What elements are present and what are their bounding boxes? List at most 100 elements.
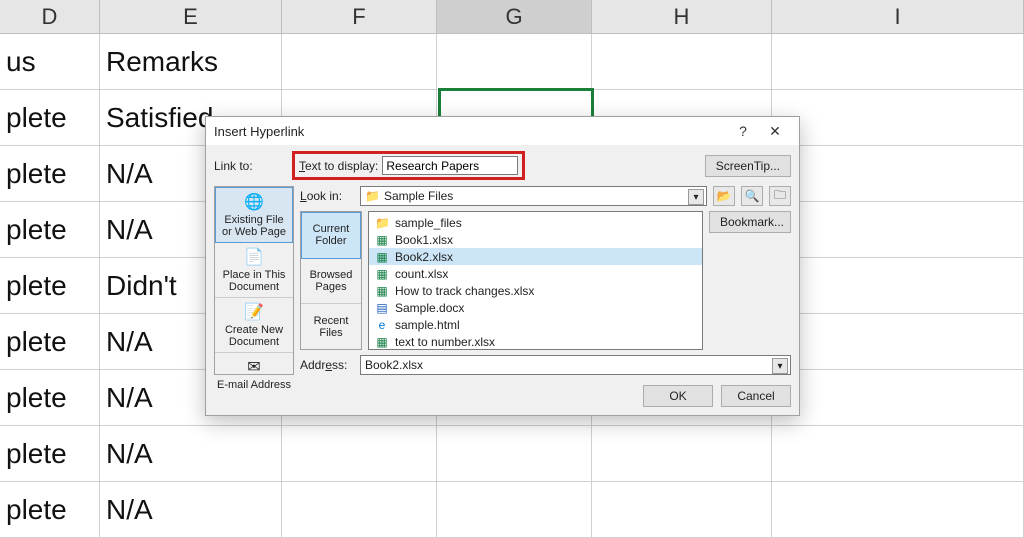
browse-tab[interactable]: Current Folder: [301, 212, 361, 259]
file-item[interactable]: 📁 sample_files: [369, 214, 702, 231]
address-label: Address:: [300, 358, 354, 372]
cell[interactable]: plete: [0, 146, 100, 201]
file-icon: ▦: [375, 233, 389, 247]
text-to-display-input[interactable]: [382, 156, 518, 175]
file-name: Book1.xlsx: [395, 233, 453, 247]
file-item[interactable]: ▦ Book1.xlsx: [369, 231, 702, 248]
column-header-F[interactable]: F: [282, 0, 437, 33]
cell[interactable]: us: [0, 34, 100, 89]
link-to-label-text: Place in This Document: [217, 269, 291, 293]
cell[interactable]: [592, 34, 772, 89]
cell[interactable]: [772, 34, 1024, 89]
link-to-icon: 📝: [244, 302, 264, 322]
bookmark-button[interactable]: Bookmark...: [709, 211, 791, 233]
address-input[interactable]: Book2.xlsx ▾: [360, 355, 791, 375]
cell[interactable]: N/A: [100, 482, 282, 537]
close-button[interactable]: ✕: [759, 119, 791, 143]
cell[interactable]: [772, 258, 1024, 313]
file-list[interactable]: 📁 sample_files ▦ Book1.xlsx ▦ Book2.xlsx ▦ coun…: [368, 211, 703, 350]
text-to-display-label: Text to display:: [299, 159, 378, 173]
file-item[interactable]: ▤ Sample.docx: [369, 299, 702, 316]
browse-web-button[interactable]: 🔍: [741, 186, 763, 206]
file-item[interactable]: ▦ How to track changes.xlsx: [369, 282, 702, 299]
link-to-option[interactable]: 🌐Existing File or Web Page: [215, 187, 293, 243]
cell[interactable]: [772, 314, 1024, 369]
cell[interactable]: [437, 426, 592, 481]
link-to-icon: ✉: [247, 357, 260, 377]
cell[interactable]: [437, 482, 592, 537]
link-to-icon: 📄: [244, 247, 264, 267]
cell[interactable]: [592, 482, 772, 537]
cancel-button[interactable]: Cancel: [721, 385, 791, 407]
link-to-label-text: Create New Document: [217, 324, 291, 348]
link-to-option[interactable]: 📝Create New Document: [215, 298, 293, 353]
file-icon: 📁: [375, 216, 389, 230]
browse-file-button[interactable]: 🗀: [769, 186, 791, 206]
link-to-icon: 🌐: [244, 192, 264, 212]
link-to-option[interactable]: 📄Place in This Document: [215, 243, 293, 298]
file-item[interactable]: ▦ count.xlsx: [369, 265, 702, 282]
column-header-D[interactable]: D: [0, 0, 100, 33]
file-name: Sample.docx: [395, 301, 464, 315]
cell[interactable]: [772, 90, 1024, 145]
address-value: Book2.xlsx: [365, 358, 423, 372]
table-row: usRemarks: [0, 34, 1024, 90]
file-name: sample_files: [395, 216, 462, 230]
file-icon: e: [375, 318, 389, 332]
screentip-button[interactable]: ScreenTip...: [705, 155, 791, 177]
column-header-I[interactable]: I: [772, 0, 1024, 33]
file-name: text to number.xlsx: [395, 335, 495, 349]
file-name: Book2.xlsx: [395, 250, 453, 264]
file-icon: ▦: [375, 284, 389, 298]
link-to-label: Link to:: [214, 159, 286, 173]
cell[interactable]: [282, 426, 437, 481]
insert-hyperlink-dialog: Insert Hyperlink ? ✕ Link to: Text to di…: [205, 116, 800, 416]
cell[interactable]: [437, 34, 592, 89]
cell[interactable]: N/A: [100, 426, 282, 481]
column-header-G[interactable]: G: [437, 0, 592, 33]
dialog-titlebar: Insert Hyperlink ? ✕: [206, 117, 799, 145]
chevron-down-icon[interactable]: ▾: [688, 189, 704, 205]
cell[interactable]: [282, 482, 437, 537]
cell[interactable]: [772, 370, 1024, 425]
cell[interactable]: [772, 482, 1024, 537]
cell[interactable]: [772, 202, 1024, 257]
browse-tab[interactable]: Recent Files: [301, 304, 361, 349]
chevron-down-icon[interactable]: ▾: [772, 358, 788, 374]
file-name: count.xlsx: [395, 267, 448, 281]
file-item[interactable]: e sample.html: [369, 316, 702, 333]
file-icon: ▤: [375, 301, 389, 315]
cell[interactable]: [772, 146, 1024, 201]
column-header-H[interactable]: H: [592, 0, 772, 33]
cell[interactable]: [282, 34, 437, 89]
table-row: pleteN/A: [0, 482, 1024, 538]
file-icon: ▦: [375, 250, 389, 264]
up-one-level-button[interactable]: 📂: [713, 186, 735, 206]
cell[interactable]: [592, 426, 772, 481]
link-to-sidebar: 🌐Existing File or Web Page📄Place in This…: [214, 186, 294, 375]
cell[interactable]: plete: [0, 370, 100, 425]
cell[interactable]: plete: [0, 258, 100, 313]
cell[interactable]: plete: [0, 202, 100, 257]
file-icon: ▦: [375, 267, 389, 281]
look-in-select[interactable]: 📁 Sample Files ▾: [360, 186, 707, 206]
cell[interactable]: plete: [0, 314, 100, 369]
browse-tab[interactable]: Browsed Pages: [301, 259, 361, 305]
dialog-title: Insert Hyperlink: [214, 124, 727, 139]
cell[interactable]: [772, 426, 1024, 481]
cell[interactable]: Remarks: [100, 34, 282, 89]
file-item[interactable]: ▦ Book2.xlsx: [369, 248, 702, 265]
file-name: How to track changes.xlsx: [395, 284, 534, 298]
file-icon: ▦: [375, 335, 389, 349]
ok-button[interactable]: OK: [643, 385, 713, 407]
cell[interactable]: plete: [0, 426, 100, 481]
cell[interactable]: plete: [0, 90, 100, 145]
file-name: sample.html: [395, 318, 460, 332]
cell[interactable]: plete: [0, 482, 100, 537]
text-to-display-highlight: Text to display:: [292, 151, 525, 180]
column-header-E[interactable]: E: [100, 0, 282, 33]
help-button[interactable]: ?: [727, 119, 759, 143]
column-headers: DEFGHI: [0, 0, 1024, 34]
link-to-label-text: Existing File or Web Page: [218, 214, 290, 238]
file-item[interactable]: ▦ text to number.xlsx: [369, 333, 702, 350]
